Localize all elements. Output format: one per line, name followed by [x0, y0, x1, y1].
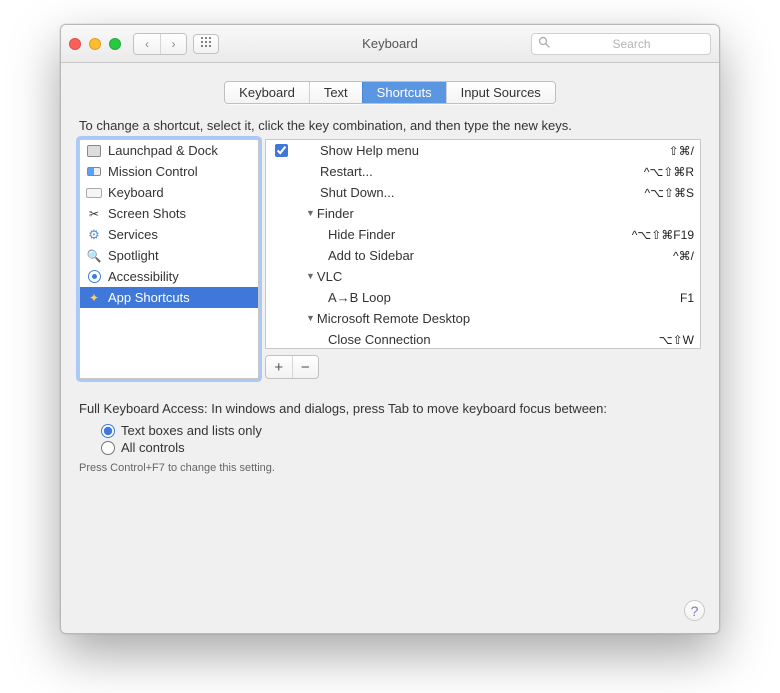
back-button[interactable]: ‹ — [134, 34, 160, 54]
help-button[interactable]: ? — [684, 600, 705, 621]
shortcut-keys[interactable]: ^⌥⇧⌘R — [644, 165, 694, 179]
category-launchpad-dock[interactable]: Launchpad & Dock — [80, 140, 258, 161]
shortcuts-pane: Show Help menu ⇧⌘/ Restart... ^⌥⇧⌘R Shut Dow… — [265, 139, 701, 379]
shortcut-keys[interactable]: ^⌘/ — [673, 249, 694, 263]
chevron-right-icon: › — [172, 37, 176, 51]
category-label: Launchpad & Dock — [108, 143, 218, 158]
group-label: VLC — [317, 269, 342, 284]
disclosure-triangle-icon[interactable]: ▼ — [306, 271, 315, 281]
tab-shortcuts[interactable]: Shortcuts — [362, 82, 446, 103]
instruction-text: To change a shortcut, select it, click t… — [79, 118, 701, 133]
disclosure-triangle-icon[interactable]: ▼ — [306, 208, 315, 218]
tab-bar: KeyboardTextShortcutsInput Sources — [79, 81, 701, 104]
search-input[interactable] — [554, 37, 709, 51]
minimize-window-button[interactable] — [89, 38, 101, 50]
fka-radio[interactable] — [101, 441, 115, 455]
shortcut-label: Show Help menu — [292, 143, 419, 158]
fka-hint: Press Control+F7 to change this setting. — [79, 462, 701, 474]
fka-option[interactable]: Text boxes and lists only — [79, 422, 701, 439]
category-spotlight[interactable]: 🔍 Spotlight — [80, 245, 258, 266]
titlebar: ‹ › Keyboard — [61, 25, 719, 63]
shortcut-keys[interactable]: ^⌥⇧⌘F19 — [632, 228, 694, 242]
category-label: Spotlight — [108, 248, 159, 263]
chevron-left-icon: ‹ — [145, 37, 149, 51]
fka-option-label: All controls — [121, 440, 185, 455]
close-window-button[interactable] — [69, 38, 81, 50]
help-icon: ? — [691, 603, 699, 619]
nav-back-forward: ‹ › — [133, 33, 187, 55]
shortcut-row[interactable]: Show Help menu ⇧⌘/ — [266, 140, 700, 161]
shortcut-group[interactable]: ▼VLC — [266, 266, 700, 287]
launchpad-icon — [86, 143, 102, 159]
category-label: Accessibility — [108, 269, 179, 284]
search-field[interactable] — [531, 33, 711, 55]
category-app-shortcuts[interactable]: ✦ App Shortcuts — [80, 287, 258, 308]
shortcut-group[interactable]: ▼Finder — [266, 203, 700, 224]
shortcut-keys[interactable]: ⇧⌘/ — [669, 144, 694, 158]
category-keyboard[interactable]: Keyboard — [80, 182, 258, 203]
category-label: Screen Shots — [108, 206, 186, 221]
shortcut-row[interactable]: Shut Down... ^⌥⇧⌘S — [266, 182, 700, 203]
preferences-window: ‹ › Keyboard KeyboardTextShortcutsInput — [60, 24, 720, 634]
search-icon — [538, 36, 554, 51]
services-icon: ⚙ — [86, 227, 102, 243]
category-accessibility[interactable]: Accessibility — [80, 266, 258, 287]
disclosure-triangle-icon[interactable]: ▼ — [306, 313, 315, 323]
shortcuts-list[interactable]: Show Help menu ⇧⌘/ Restart... ^⌥⇧⌘R Shut Dow… — [265, 139, 701, 349]
accessibility-icon — [86, 269, 102, 285]
grid-icon — [200, 36, 212, 51]
category-services[interactable]: ⚙ Services — [80, 224, 258, 245]
fka-option[interactable]: All controls — [79, 439, 701, 456]
category-label: Keyboard — [108, 185, 164, 200]
fka-title: Full Keyboard Access: In windows and dia… — [79, 401, 701, 416]
shortcut-group[interactable]: ▼Microsoft Remote Desktop — [266, 308, 700, 329]
category-list[interactable]: Launchpad & Dock Mission Control Keyboard ✂… — [79, 139, 259, 379]
spotlight-icon: 🔍 — [86, 248, 102, 264]
app-shortcuts-icon: ✦ — [86, 290, 102, 306]
screenshots-icon: ✂︎ — [86, 206, 102, 222]
shortcut-keys[interactable]: ⌥⇧W — [659, 333, 694, 347]
add-remove-buttons: + − — [265, 355, 319, 379]
fka-radio[interactable] — [101, 424, 115, 438]
forward-button[interactable]: › — [160, 34, 186, 54]
prefs-body: KeyboardTextShortcutsInput Sources To ch… — [61, 63, 719, 633]
group-label: Finder — [317, 206, 354, 221]
shortcut-row[interactable]: Restart... ^⌥⇧⌘R — [266, 161, 700, 182]
shortcut-label: Hide Finder — [292, 227, 395, 242]
shortcuts-split: Launchpad & Dock Mission Control Keyboard ✂… — [79, 139, 701, 379]
tab-input-sources[interactable]: Input Sources — [446, 82, 555, 103]
zoom-window-button[interactable] — [109, 38, 121, 50]
shortcut-row[interactable]: Hide Finder ^⌥⇧⌘F19 — [266, 224, 700, 245]
mission-control-icon — [86, 164, 102, 180]
shortcut-label: Restart... — [292, 164, 373, 179]
category-label: App Shortcuts — [108, 290, 190, 305]
shortcut-label: A→B Loop — [292, 290, 391, 305]
shortcut-checkbox[interactable] — [275, 144, 288, 157]
tab-text[interactable]: Text — [309, 82, 362, 103]
shortcut-label: Add to Sidebar — [292, 248, 414, 263]
shortcut-row[interactable]: Close Connection ⌥⇧W — [266, 329, 700, 349]
shortcut-label: Shut Down... — [292, 185, 394, 200]
shortcut-row[interactable]: Add to Sidebar ^⌘/ — [266, 245, 700, 266]
full-keyboard-access-section: Full Keyboard Access: In windows and dia… — [79, 401, 701, 474]
category-label: Services — [108, 227, 158, 242]
category-mission-control[interactable]: Mission Control — [80, 161, 258, 182]
shortcut-label: Close Connection — [292, 332, 431, 347]
category-screen-shots[interactable]: ✂︎ Screen Shots — [80, 203, 258, 224]
add-shortcut-button[interactable]: + — [266, 356, 292, 378]
shortcut-keys[interactable]: F1 — [680, 291, 694, 305]
fka-option-label: Text boxes and lists only — [121, 423, 262, 438]
traffic-lights — [69, 38, 121, 50]
shortcut-row[interactable]: A→B Loop F1 — [266, 287, 700, 308]
remove-shortcut-button[interactable]: − — [292, 356, 319, 378]
category-label: Mission Control — [108, 164, 198, 179]
tab-keyboard[interactable]: Keyboard — [225, 82, 309, 103]
shortcut-keys[interactable]: ^⌥⇧⌘S — [644, 186, 694, 200]
group-label: Microsoft Remote Desktop — [317, 311, 470, 326]
show-all-button[interactable] — [193, 34, 219, 54]
keyboard-icon — [86, 185, 102, 201]
